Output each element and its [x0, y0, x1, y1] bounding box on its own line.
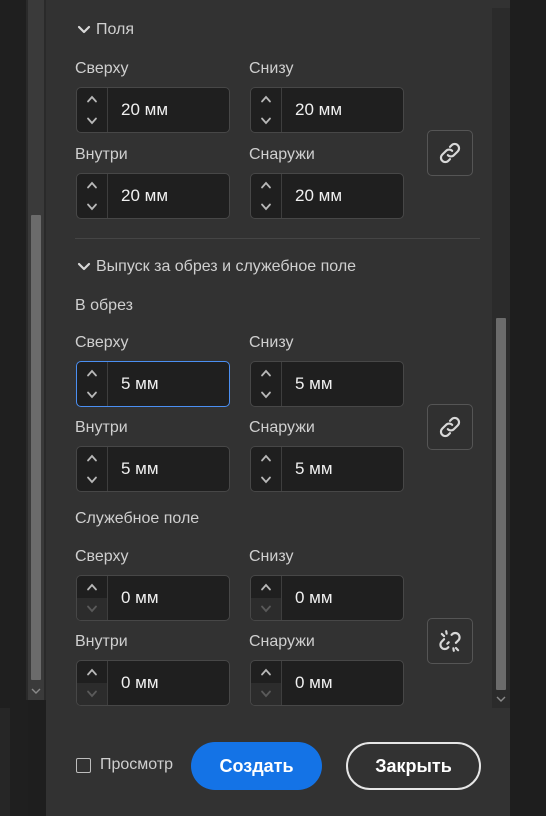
background-left — [0, 0, 28, 816]
margin-top-input[interactable] — [108, 88, 229, 132]
slug-top-field — [76, 575, 230, 621]
section-divider — [75, 238, 480, 239]
close-button[interactable]: Закрыть — [346, 742, 481, 790]
unlink-icon — [439, 630, 461, 652]
stepper-down-icon[interactable] — [77, 469, 107, 491]
stepper-down-icon[interactable] — [251, 110, 281, 132]
margin-top-label: Сверху — [75, 60, 129, 77]
bleed-inside-field — [76, 446, 230, 492]
bleed-bottom-input[interactable] — [282, 362, 403, 406]
link-icon — [439, 416, 461, 438]
slug-inside-input[interactable] — [108, 661, 229, 705]
slug-bottom-stepper — [251, 576, 282, 620]
slug-bottom-field — [250, 575, 404, 621]
bleed-link-button[interactable] — [427, 404, 473, 450]
preview-checkbox[interactable] — [76, 757, 91, 773]
stepper-down-icon[interactable] — [251, 598, 281, 620]
margin-outside-field — [250, 173, 404, 219]
slug-inside-label: Внутри — [75, 633, 128, 650]
chevron-down-icon — [77, 25, 91, 34]
slug-heading: Служебное поле — [75, 510, 200, 527]
slug-outside-stepper — [251, 661, 282, 705]
stepper-up-icon[interactable] — [251, 661, 281, 683]
slug-outside-label: Снаружи — [249, 633, 315, 650]
stepper-down-icon[interactable] — [251, 683, 281, 705]
margin-outside-label: Снаружи — [249, 146, 315, 163]
bleed-bottom-stepper — [251, 362, 282, 406]
bleed-top-label: Сверху — [75, 334, 129, 351]
create-button[interactable]: Создать — [191, 742, 322, 790]
stepper-down-icon[interactable] — [77, 683, 107, 705]
bleed-top-input[interactable] — [108, 362, 229, 406]
bleed-inside-input[interactable] — [108, 447, 229, 491]
bleed-outside-stepper — [251, 447, 282, 491]
preview-label: Просмотр — [100, 756, 174, 773]
bleed-outside-field — [250, 446, 404, 492]
stepper-down-icon[interactable] — [77, 196, 107, 218]
bleed-bottom-label: Снизу — [249, 334, 294, 351]
margin-bottom-stepper — [251, 88, 282, 132]
stepper-up-icon[interactable] — [77, 362, 107, 384]
margins-link-button[interactable] — [427, 130, 473, 176]
slug-link-button[interactable] — [427, 618, 473, 664]
stepper-up-icon[interactable] — [77, 88, 107, 110]
slug-inside-field — [76, 660, 230, 706]
slug-outside-input[interactable] — [282, 661, 403, 705]
margin-top-field — [76, 87, 230, 133]
link-icon — [439, 142, 461, 164]
slug-outside-field — [250, 660, 404, 706]
margins-section-toggle[interactable]: Поля — [77, 21, 134, 39]
stepper-up-icon[interactable] — [251, 362, 281, 384]
bleed-top-stepper — [77, 362, 108, 406]
margin-bottom-label: Снизу — [249, 60, 294, 77]
stepper-up-icon[interactable] — [77, 447, 107, 469]
stepper-down-icon[interactable] — [77, 598, 107, 620]
stepper-up-icon[interactable] — [77, 661, 107, 683]
slug-bottom-input[interactable] — [282, 576, 403, 620]
bleed-bottom-field — [250, 361, 404, 407]
right-scrollbar-thumb[interactable] — [496, 318, 506, 690]
stepper-down-icon[interactable] — [251, 469, 281, 491]
margin-inside-field — [76, 173, 230, 219]
bleed-outside-label: Снаружи — [249, 419, 315, 436]
slug-bottom-label: Снизу — [249, 548, 294, 565]
preview-toggle[interactable]: Просмотр — [76, 756, 173, 774]
margin-inside-stepper — [77, 174, 108, 218]
margin-top-stepper — [77, 88, 108, 132]
slug-top-stepper — [77, 576, 108, 620]
background-bottom-left — [0, 708, 10, 816]
slug-top-input[interactable] — [108, 576, 229, 620]
margin-inside-label: Внутри — [75, 146, 128, 163]
bleed-top-field — [76, 361, 230, 407]
stepper-down-icon[interactable] — [77, 384, 107, 406]
margins-heading: Поля — [96, 21, 135, 38]
bleed-slug-section-toggle[interactable]: Выпуск за обрез и служебное поле — [77, 258, 356, 276]
margin-inside-input[interactable] — [108, 174, 229, 218]
bleed-inside-label: Внутри — [75, 419, 128, 436]
stepper-down-icon[interactable] — [251, 196, 281, 218]
margin-outside-stepper — [251, 174, 282, 218]
stepper-up-icon[interactable] — [77, 174, 107, 196]
background-right — [510, 0, 546, 816]
left-scrollbar-thumb[interactable] — [31, 215, 41, 680]
bleed-slug-heading: Выпуск за обрез и служебное поле — [96, 258, 357, 275]
margin-bottom-input[interactable] — [282, 88, 403, 132]
stepper-down-icon[interactable] — [77, 110, 107, 132]
stepper-up-icon[interactable] — [77, 576, 107, 598]
right-scroll-down-icon[interactable] — [492, 692, 510, 706]
margin-bottom-field — [250, 87, 404, 133]
bleed-heading: В обрез — [75, 297, 133, 314]
left-scroll-down-icon[interactable] — [28, 684, 44, 698]
stepper-down-icon[interactable] — [251, 384, 281, 406]
chevron-down-icon — [77, 262, 91, 271]
slug-inside-stepper — [77, 661, 108, 705]
bleed-outside-input[interactable] — [282, 447, 403, 491]
stepper-up-icon[interactable] — [251, 174, 281, 196]
stepper-up-icon[interactable] — [251, 447, 281, 469]
stepper-up-icon[interactable] — [251, 88, 281, 110]
slug-top-label: Сверху — [75, 548, 129, 565]
stepper-up-icon[interactable] — [251, 576, 281, 598]
margin-outside-input[interactable] — [282, 174, 403, 218]
bleed-inside-stepper — [77, 447, 108, 491]
